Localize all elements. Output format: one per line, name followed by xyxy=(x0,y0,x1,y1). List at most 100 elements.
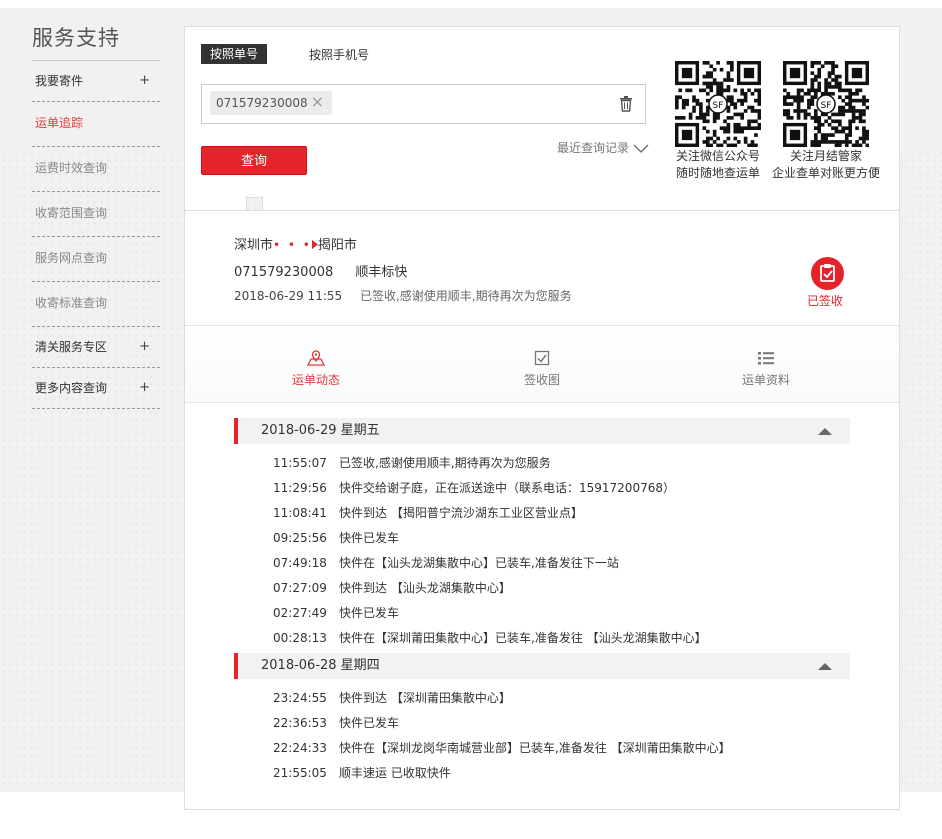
timeline-event: 09:25:56 快件已发车 xyxy=(273,529,399,546)
sidebar-item-standards[interactable]: 收寄标准查询 xyxy=(32,282,160,327)
sidebar-item-label: 收寄标准查询 xyxy=(35,296,108,310)
event-text: 快件已发车 xyxy=(339,606,400,620)
event-text: 快件已发车 xyxy=(339,531,400,545)
event-time: 22:24:33 xyxy=(273,741,327,755)
event-time: 07:49:18 xyxy=(273,556,327,570)
event-time: 11:29:56 xyxy=(273,481,327,495)
list-icon xyxy=(758,352,774,365)
query-button[interactable]: 查询 xyxy=(201,146,307,175)
search-panel: 按照单号 按照手机号 071579230008 × 最近查询记录 查询 SF 关… xyxy=(184,26,900,198)
tab-label: 运单动态 xyxy=(291,373,340,387)
day-header[interactable]: 2018-06-29 星期五 xyxy=(234,418,850,444)
tab-signature-image[interactable]: 签收图 xyxy=(497,348,587,388)
event-time: 21:55:05 xyxy=(273,766,327,780)
qr-caption: 随时随地查运单 xyxy=(675,166,760,180)
qr-code-icon: SF xyxy=(783,61,869,147)
sidebar-item-label: 运单追踪 xyxy=(35,116,84,130)
signature-icon xyxy=(534,350,550,366)
search-input[interactable]: 071579230008 × xyxy=(201,84,646,124)
event-time: 23:24:55 xyxy=(273,691,327,705)
monthly-manager-qr: SF 关注月结管家 企业查单对账更方便 xyxy=(772,61,880,181)
latest-status: 2018-06-29 11:55 已签收,感谢使用顺丰,期待再次为您服务 xyxy=(234,287,572,304)
timeline-event: 11:29:56 快件交给谢子庭，正在派送途中（联系电话：15917200768） xyxy=(273,479,675,496)
close-icon[interactable]: × xyxy=(311,90,324,114)
timeline-event: 23:24:55 快件到达 【深圳莆田集散中心】 xyxy=(273,689,511,706)
collapse-icon[interactable] xyxy=(818,663,832,670)
sidebar: 服务支持 我要寄件 + 运单追踪 运费时效查询 收寄范围查询 服务网点查询 收寄… xyxy=(32,22,160,409)
tab-tracking-updates[interactable]: 运单动态 xyxy=(271,348,361,388)
timeline-event: 11:08:41 快件到达 【揭阳普宁流沙湖东工业区营业点】 xyxy=(273,504,583,521)
recent-label: 最近查询记录 xyxy=(557,141,630,155)
result-tab-edge xyxy=(262,196,900,211)
svg-text:SF: SF xyxy=(713,101,724,111)
event-text: 快件交给谢子庭，正在派送途中（联系电话：15917200768） xyxy=(339,481,675,495)
timeline-event: 00:28:13 快件在【深圳莆田集散中心】已装车,准备发往 【汕头龙湖集散中心】 xyxy=(273,629,707,646)
expand-icon[interactable]: + xyxy=(139,327,150,367)
sidebar-item-label: 服务网点查询 xyxy=(35,251,108,265)
timeline-event: 21:55:05 顺丰速运 已收取快件 xyxy=(273,764,451,781)
tab-by-waybill[interactable]: 按照单号 xyxy=(201,44,267,64)
sidebar-item-label: 我要寄件 xyxy=(35,74,84,88)
day-date: 2018-06-28 星期四 xyxy=(261,658,380,673)
chip-value: 071579230008 xyxy=(216,96,308,110)
event-time: 07:27:09 xyxy=(273,581,327,595)
sidebar-item-outlets[interactable]: 服务网点查询 xyxy=(32,237,160,282)
route: 深圳市• • • 揭阳市 xyxy=(234,234,357,253)
sidebar-item-customs[interactable]: 清关服务专区 + xyxy=(32,327,160,368)
trash-icon[interactable] xyxy=(619,96,633,112)
sidebar-item-freight[interactable]: 运费时效查询 xyxy=(32,147,160,192)
sidebar-item-label: 清关服务专区 xyxy=(35,340,108,354)
event-time: 11:08:41 xyxy=(273,506,327,520)
event-text: 已签收,感谢使用顺丰,期待再次为您服务 xyxy=(339,456,551,470)
event-text: 快件到达 【深圳莆田集散中心】 xyxy=(339,691,511,705)
timeline-event: 02:27:49 快件已发车 xyxy=(273,604,399,621)
sidebar-item-send[interactable]: 我要寄件 + xyxy=(32,61,160,102)
sidebar-item-more[interactable]: 更多内容查询 + xyxy=(32,368,160,409)
detail-tabs: 运单动态 签收图 运单资料 xyxy=(185,325,899,403)
qr-caption: 关注月结管家 xyxy=(789,149,862,163)
top-strip xyxy=(0,0,942,8)
qr-caption: 关注微信公众号 xyxy=(675,149,760,163)
route-dots: • • • xyxy=(273,238,312,252)
timeline-event: 07:49:18 快件在【汕头龙湖集散中心】已装车,准备发往下一站 xyxy=(273,554,619,571)
signed-label: 已签收 xyxy=(806,294,843,308)
day-date: 2018-06-29 星期五 xyxy=(261,423,380,438)
status-message: 已签收,感谢使用顺丰,期待再次为您服务 xyxy=(359,289,572,303)
map-pin-icon xyxy=(307,350,325,366)
sidebar-item-label: 收寄范围查询 xyxy=(35,206,108,220)
tab-waybill-details[interactable]: 运单资料 xyxy=(721,348,811,388)
to-city: 揭阳市 xyxy=(317,238,357,253)
event-time: 02:27:49 xyxy=(273,606,327,620)
expand-icon[interactable]: + xyxy=(139,368,150,408)
timeline-event: 22:24:33 快件在【深圳龙岗华南城营业部】已装车,准备发往 【深圳莆田集散中… xyxy=(273,739,731,756)
tab-label: 运单资料 xyxy=(741,373,790,387)
status-time: 2018-06-29 11:55 xyxy=(234,289,343,303)
event-text: 快件到达 【汕头龙湖集散中心】 xyxy=(339,581,511,595)
event-time: 09:25:56 xyxy=(273,531,327,545)
event-time: 22:36:53 xyxy=(273,716,327,730)
timeline-event: 07:27:09 快件到达 【汕头龙湖集散中心】 xyxy=(273,579,511,596)
collapse-icon[interactable] xyxy=(818,428,832,435)
waybill-chip: 071579230008 × xyxy=(210,91,332,115)
qr-code-icon: SF xyxy=(675,61,761,147)
sidebar-item-range[interactable]: 收寄范围查询 xyxy=(32,192,160,237)
sidebar-title: 服务支持 xyxy=(32,22,160,61)
event-time: 11:55:07 xyxy=(273,456,327,470)
timeline-event: 22:36:53 快件已发车 xyxy=(273,714,399,731)
tab-by-phone[interactable]: 按照手机号 xyxy=(309,46,369,63)
result-panel: 深圳市• • • 揭阳市 071579230008 顺丰标快 2018-06-29… xyxy=(184,210,900,810)
waybill-number: 071579230008 xyxy=(234,265,334,280)
event-text: 快件在【汕头龙湖集散中心】已装车,准备发往下一站 xyxy=(339,556,619,570)
recent-queries-toggle[interactable]: 最近查询记录 xyxy=(557,139,649,156)
signed-badge: 已签收 xyxy=(807,257,845,309)
day-header[interactable]: 2018-06-28 星期四 xyxy=(234,653,850,679)
event-text: 快件在【深圳莆田集散中心】已装车,准备发往 【汕头龙湖集散中心】 xyxy=(339,631,707,645)
svg-text:SF: SF xyxy=(821,101,832,111)
expand-icon[interactable]: + xyxy=(139,61,150,101)
event-text: 顺丰速运 已收取快件 xyxy=(339,766,451,780)
sidebar-item-label: 运费时效查询 xyxy=(35,161,108,175)
sidebar-item-tracking[interactable]: 运单追踪 xyxy=(32,102,160,147)
wechat-qr: SF 关注微信公众号 随时随地查运单 xyxy=(675,61,761,181)
event-text: 快件到达 【揭阳普宁流沙湖东工业区营业点】 xyxy=(339,506,583,520)
event-time: 00:28:13 xyxy=(273,631,327,645)
